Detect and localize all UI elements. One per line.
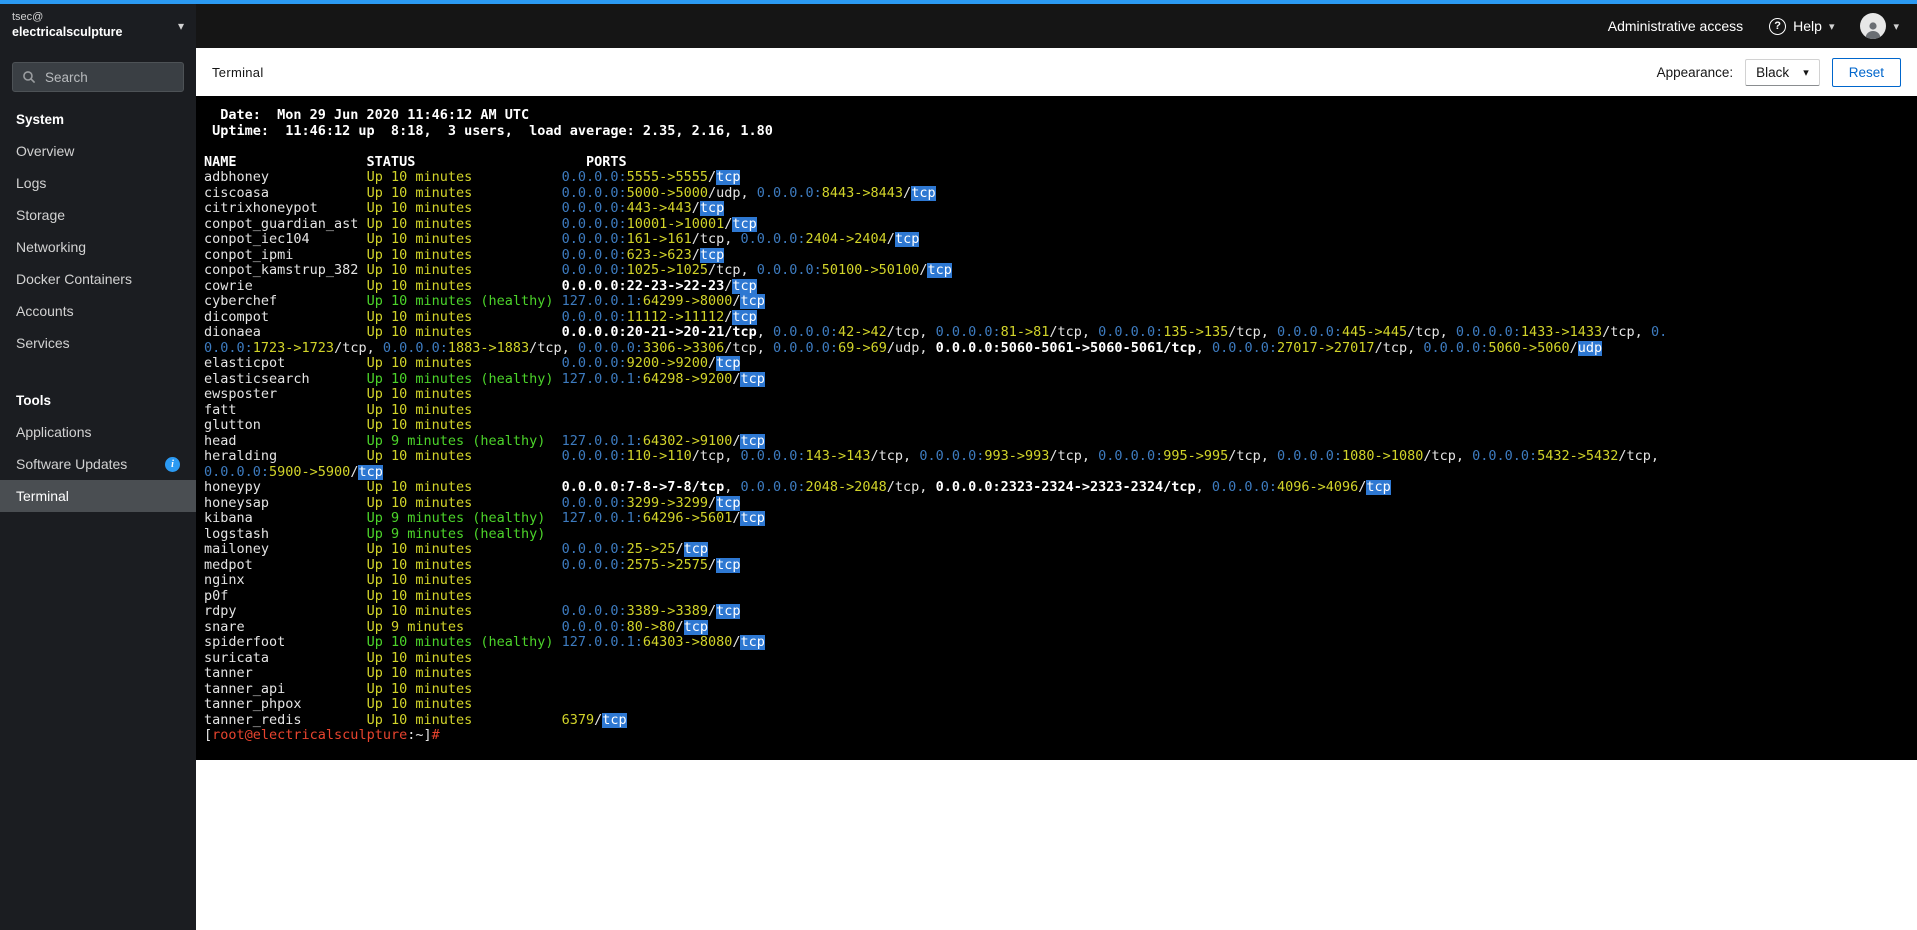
help-label: Help <box>1793 18 1822 34</box>
terminal-line: heralding Up 10 minutes 0.0.0.0:110->110… <box>204 449 1660 464</box>
sidebar-item-overview[interactable]: Overview <box>0 135 196 167</box>
terminal-line: conpot_guardian_ast Up 10 minutes 0.0.0.… <box>204 216 757 232</box>
administrative-access-button[interactable]: Administrative access <box>1608 18 1743 34</box>
terminal-line: spiderfoot Up 10 minutes (healthy) 127.0… <box>204 635 765 650</box>
nav-section-title: Tools <box>16 393 51 408</box>
content-header: Terminal Appearance: Black ▾ Reset <box>196 48 1917 96</box>
sidebar-item-applications[interactable]: Applications <box>0 416 196 448</box>
terminal-line: tanner_api Up 10 minutes <box>204 681 473 697</box>
terminal-line: mailoney Up 10 minutes 0.0.0.0:25->25/tc… <box>204 542 708 557</box>
terminal-line: logstash Up 9 minutes (healthy) <box>204 526 546 542</box>
nav-section-title: System <box>16 112 65 127</box>
masthead: tsec@ electricalsculpture ▾ Administrati… <box>0 4 1917 48</box>
chevron-down-icon: ▾ <box>1828 20 1835 33</box>
reset-button[interactable]: Reset <box>1831 57 1901 87</box>
chevron-down-icon: ▾ <box>1893 20 1899 33</box>
terminal-line: cowrie Up 10 minutes 0.0.0.0:22-23->22-2… <box>204 278 757 294</box>
sidebar-item-label: Terminal <box>16 488 69 504</box>
help-icon: ? <box>1769 17 1787 35</box>
terminal-line: honeysap Up 10 minutes 0.0.0.0:3299->329… <box>204 495 741 511</box>
session-menu[interactable]: ▾ <box>1860 13 1899 39</box>
help-menu[interactable]: ? Help ▾ <box>1769 17 1835 35</box>
chevron-down-icon: ▾ <box>1803 66 1809 79</box>
terminal-line: kibana Up 9 minutes (healthy) 127.0.0.1:… <box>204 511 765 526</box>
sidebar-item-label: Logs <box>16 175 47 191</box>
host-switcher[interactable]: tsec@ electricalsculpture ▾ <box>0 4 196 48</box>
sidebar-item-label: Overview <box>16 143 75 159</box>
terminal-line: 0.0.0.0:5900->5900/tcp <box>204 464 383 480</box>
sidebar-item-software-updates[interactable]: Software Updates i <box>0 448 196 480</box>
search-icon <box>23 71 36 84</box>
info-icon: i <box>165 456 180 472</box>
nav-section: System Overview Logs Storage Networking Docke… <box>0 102 196 359</box>
sidebar-item-services[interactable]: Services <box>0 327 196 359</box>
sidebar-item-networking[interactable]: Networking <box>0 231 196 263</box>
terminal-line: honeypy Up 10 minutes 0.0.0.0:7-8->7-8/t… <box>204 480 1391 495</box>
sidebar-item-label: Docker Containers <box>16 271 132 287</box>
terminal-line: snare Up 9 minutes 0.0.0.0:80->80/tcp <box>204 619 708 635</box>
terminal-line: head Up 9 minutes (healthy) 127.0.0.1:64… <box>204 433 765 449</box>
terminal-line: dionaea Up 10 minutes 0.0.0.0:20-21->20-… <box>204 325 1668 340</box>
terminal-line: nginx Up 10 minutes <box>204 573 473 588</box>
sidebar-item-label: Storage <box>16 207 66 223</box>
sidebar-item-label: Services <box>16 335 70 351</box>
terminal-line: conpot_kamstrup_382 Up 10 minutes 0.0.0.… <box>204 263 952 278</box>
sidebar-item-label: Software Updates <box>16 456 128 472</box>
terminal-line: glutton Up 10 minutes <box>204 418 473 433</box>
terminal-line: Uptime: 11:46:12 up 8:18, 3 users, load … <box>204 123 773 139</box>
page-title: Terminal <box>212 64 264 80</box>
host-user: tsec@ <box>12 11 44 24</box>
terminal-line: ewsposter Up 10 minutes <box>204 387 473 402</box>
sidebar-item-label: Applications <box>16 424 92 440</box>
terminal-line: Date: Mon 29 Jun 2020 11:46:12 AM UTC <box>204 108 530 123</box>
terminal-screen[interactable]: Date: Mon 29 Jun 2020 11:46:12 AM UTC Up… <box>196 96 1917 760</box>
sidebar-item-docker-containers[interactable]: Docker Containers <box>0 263 196 295</box>
terminal-line: dicompot Up 10 minutes 0.0.0.0:11112->11… <box>204 309 757 325</box>
terminal-line: NAME STATUS PORTS <box>204 154 627 170</box>
terminal-line: [root@electricalsculpture:~]# <box>204 728 440 743</box>
terminal-line: citrixhoneypot Up 10 minutes 0.0.0.0:443… <box>204 201 725 216</box>
sidebar-item-label: Networking <box>16 239 87 255</box>
sidebar-item-label: Accounts <box>16 303 74 319</box>
sidebar-item-logs[interactable]: Logs <box>0 167 196 199</box>
top-accent-bar <box>0 0 1917 4</box>
terminal-line: cyberchef Up 10 minutes (healthy) 127.0.… <box>204 294 765 309</box>
terminal-line: 0.0.0:1723->1723/tcp, 0.0.0.0:1883->1883… <box>204 340 1603 356</box>
terminal-line: elasticpot Up 10 minutes 0.0.0.0:9200->9… <box>204 356 741 371</box>
terminal-line: medpot Up 10 minutes 0.0.0.0:2575->2575/… <box>204 557 741 573</box>
sidebar-item-storage[interactable]: Storage <box>0 199 196 231</box>
terminal-line: p0f Up 10 minutes <box>204 588 473 604</box>
terminal-line: fatt Up 10 minutes <box>204 402 473 418</box>
search-input[interactable] <box>43 68 174 86</box>
user-avatar-icon <box>1860 13 1887 39</box>
terminal-line: adbhoney Up 10 minutes 0.0.0.0:5555->555… <box>204 170 741 185</box>
terminal-line: tanner_phpox Up 10 minutes <box>204 697 473 712</box>
appearance-label: Appearance: <box>1656 64 1734 80</box>
terminal-line: conpot_iec104 Up 10 minutes 0.0.0.0:161-… <box>204 232 920 247</box>
terminal-line: tanner_redis Up 10 minutes 6379/tcp <box>204 712 627 728</box>
appearance-value: Black <box>1756 64 1790 80</box>
sidebar: System Overview Logs Storage Networking Docke… <box>0 48 196 930</box>
terminal-line: ciscoasa Up 10 minutes 0.0.0.0:5000->500… <box>204 185 936 201</box>
terminal-line: tanner Up 10 minutes <box>204 666 473 681</box>
nav-section: Tools Applications Software Updates i Termin… <box>0 383 196 512</box>
terminal-line: rdpy Up 10 minutes 0.0.0.0:3389->3389/tc… <box>204 604 741 619</box>
sidebar-item-terminal[interactable]: Terminal <box>0 480 196 512</box>
main-content: Terminal Appearance: Black ▾ Reset Date:… <box>196 48 1917 930</box>
sidebar-nav: System Overview Logs Storage Networking Docke… <box>0 102 196 512</box>
terminal-line: suricata Up 10 minutes <box>204 650 473 666</box>
appearance-select[interactable]: Black ▾ <box>1745 58 1820 86</box>
sidebar-item-accounts[interactable]: Accounts <box>0 295 196 327</box>
chevron-down-icon: ▾ <box>177 19 184 33</box>
sidebar-search[interactable] <box>12 62 184 92</box>
terminal-line: elasticsearch Up 10 minutes (healthy) 12… <box>204 371 765 387</box>
terminal-line: conpot_ipmi Up 10 minutes 0.0.0.0:623->6… <box>204 247 725 263</box>
host-name: electricalsculpture <box>12 25 123 40</box>
